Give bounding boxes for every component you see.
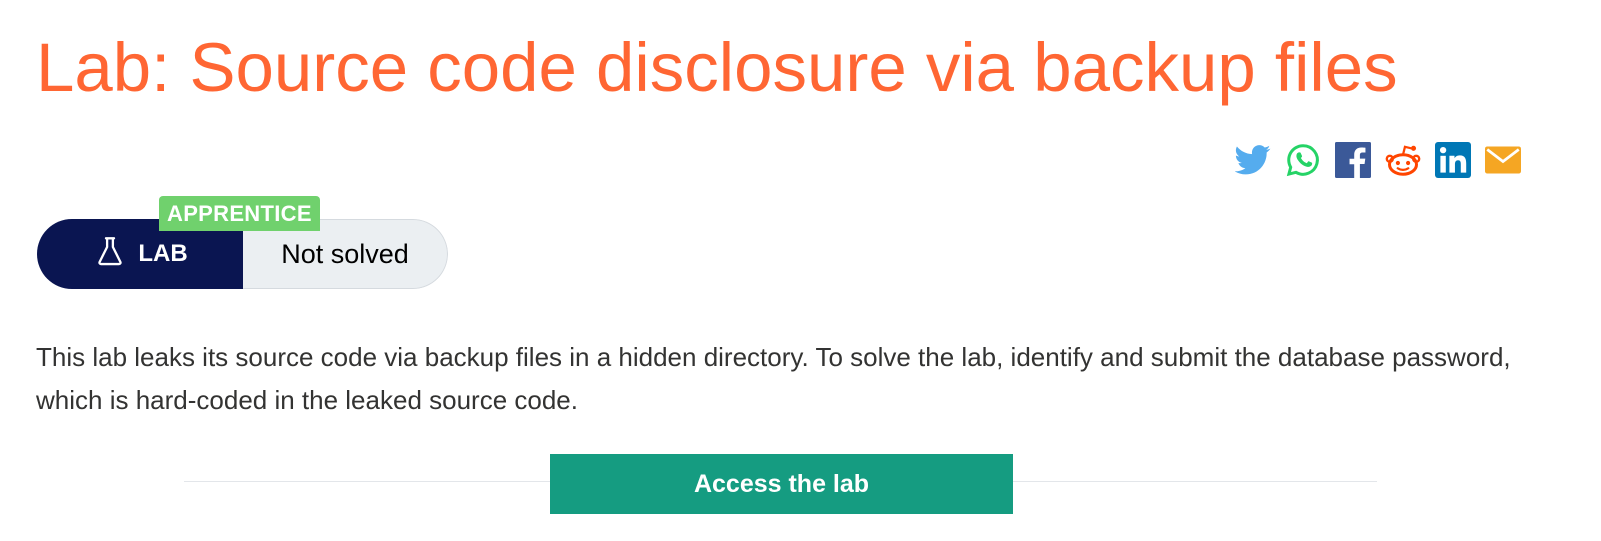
- email-icon[interactable]: [1485, 142, 1521, 178]
- lab-description: This lab leaks its source code via backu…: [36, 342, 1511, 415]
- linkedin-icon[interactable]: [1435, 142, 1471, 178]
- flask-icon: [96, 236, 124, 273]
- share-bar: [1235, 140, 1521, 180]
- lab-tag-label: LAB: [138, 240, 188, 267]
- whatsapp-icon[interactable]: [1285, 142, 1321, 178]
- facebook-icon[interactable]: [1335, 142, 1371, 178]
- access-lab-button[interactable]: Access the lab: [550, 454, 1013, 514]
- level-badge: APPRENTICE: [159, 196, 320, 231]
- twitter-icon[interactable]: [1235, 142, 1271, 178]
- page-title: Lab: Source code disclosure via backup f…: [36, 29, 1398, 106]
- reddit-icon[interactable]: [1385, 142, 1421, 178]
